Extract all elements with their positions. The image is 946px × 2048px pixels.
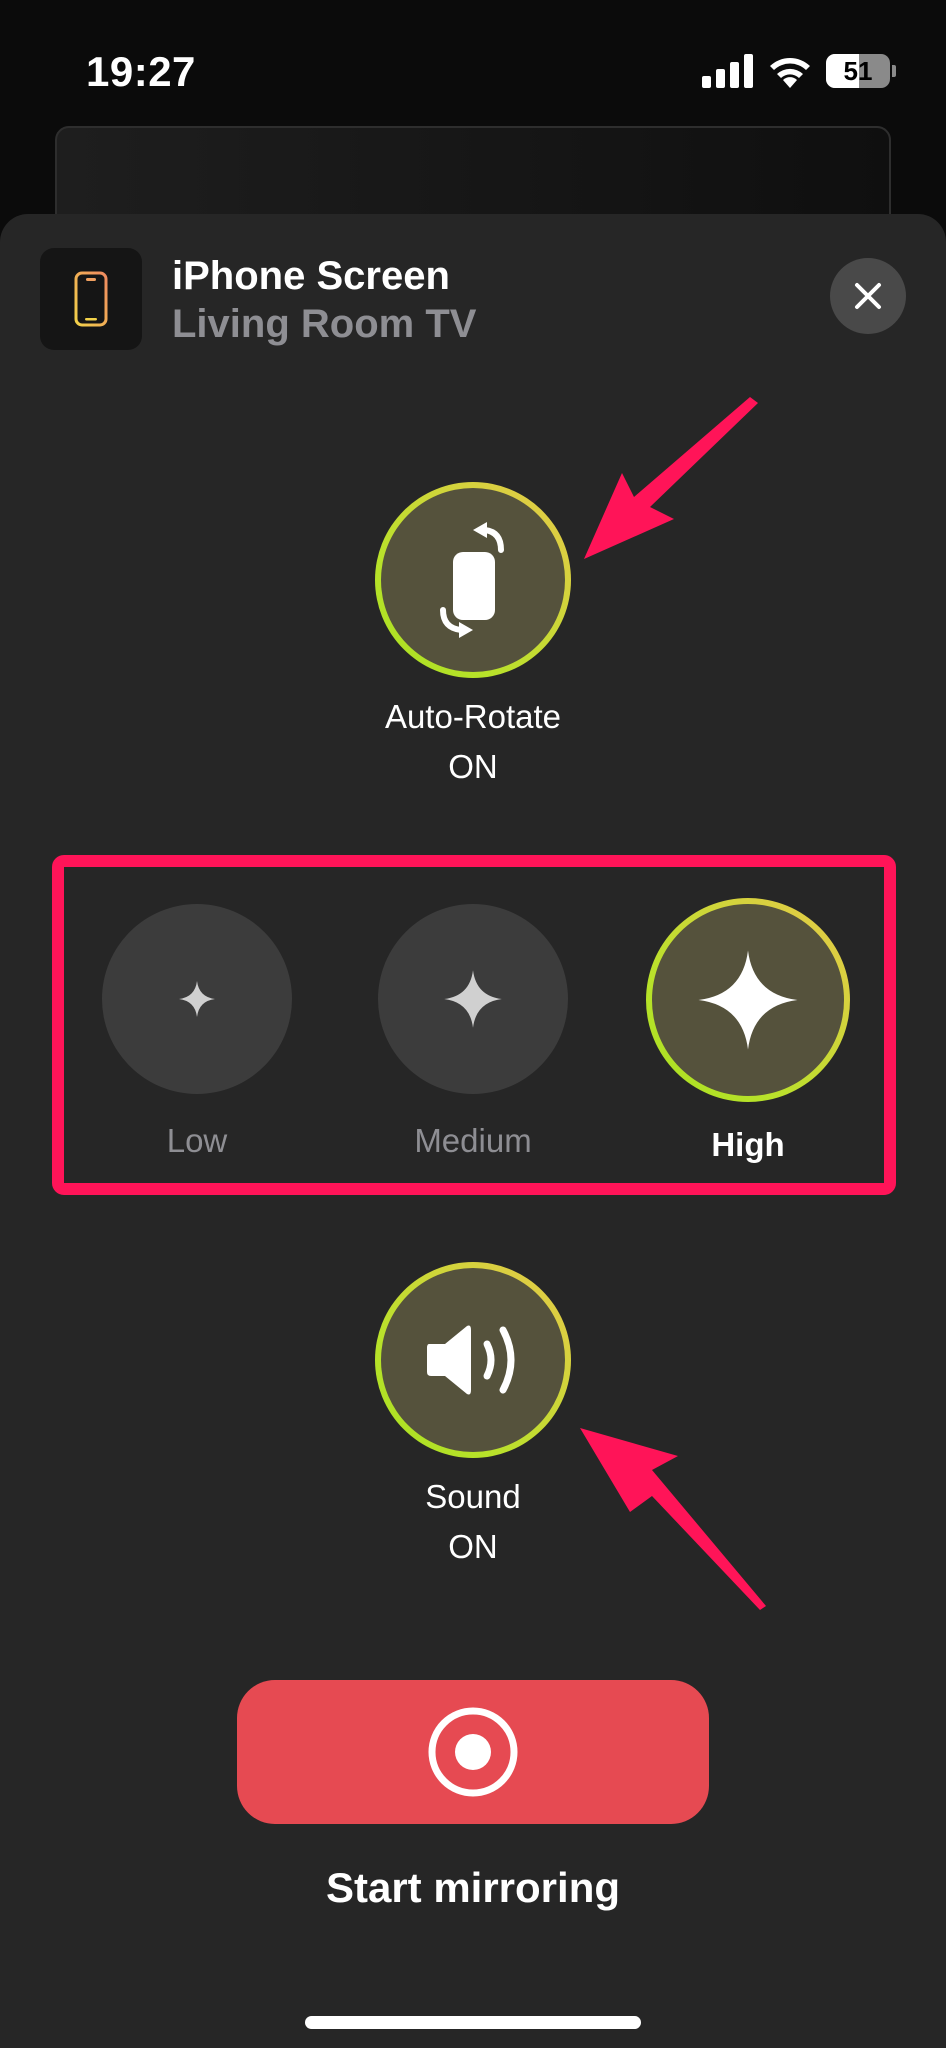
quality-option-high[interactable]: High xyxy=(646,898,850,1170)
status-icons: 51 xyxy=(702,54,896,88)
sound-label: Sound ON xyxy=(425,1472,520,1572)
sheet-subtitle: Living Room TV xyxy=(172,302,477,346)
auto-rotate-button[interactable] xyxy=(375,482,571,678)
close-icon xyxy=(855,283,881,309)
sheet-title: iPhone Screen xyxy=(172,254,450,298)
wifi-icon xyxy=(770,58,810,88)
status-bar: 19:27 51 xyxy=(0,0,946,130)
sound-title: Sound xyxy=(425,1478,521,1515)
sound-button[interactable] xyxy=(375,1262,571,1458)
sound-toggle[interactable]: Sound ON xyxy=(373,1262,573,1572)
home-indicator[interactable] xyxy=(305,2016,641,2029)
sound-state: ON xyxy=(448,1528,498,1565)
status-time: 19:27 xyxy=(86,48,196,95)
auto-rotate-label: Auto-Rotate ON xyxy=(385,692,561,792)
rotate-device-icon xyxy=(440,522,504,638)
sparkle-medium-icon xyxy=(444,970,502,1028)
record-icon xyxy=(428,1707,518,1797)
quality-option-low[interactable]: Low xyxy=(102,904,292,1166)
battery-percent: 51 xyxy=(843,55,873,86)
start-mirroring-label: Start mirroring xyxy=(325,1864,621,1911)
cellular-signal-icon xyxy=(702,54,753,88)
sheet-header: iPhone Screen Living Room TV xyxy=(40,248,906,352)
sparkle-large-icon xyxy=(698,950,798,1050)
quality-medium-button[interactable] xyxy=(378,904,568,1094)
start-mirroring-button[interactable] xyxy=(237,1680,709,1824)
quality-low-label: Low xyxy=(166,1122,228,1159)
quality-high-button[interactable] xyxy=(646,898,850,1102)
auto-rotate-title: Auto-Rotate xyxy=(384,698,562,735)
battery-icon: 51 xyxy=(826,54,890,88)
quality-option-medium[interactable]: Medium xyxy=(378,904,568,1166)
auto-rotate-state: ON xyxy=(448,748,498,785)
auto-rotate-toggle[interactable]: Auto-Rotate ON xyxy=(373,482,573,792)
battery-cap xyxy=(892,65,896,77)
speaker-wave-icon xyxy=(427,1325,515,1395)
quality-medium-label: Medium xyxy=(414,1122,532,1159)
sparkle-small-icon xyxy=(179,981,215,1017)
iphone-icon xyxy=(40,248,142,350)
close-button[interactable] xyxy=(830,258,906,334)
quality-low-button[interactable] xyxy=(102,904,292,1094)
quality-high-label: High xyxy=(711,1126,785,1163)
